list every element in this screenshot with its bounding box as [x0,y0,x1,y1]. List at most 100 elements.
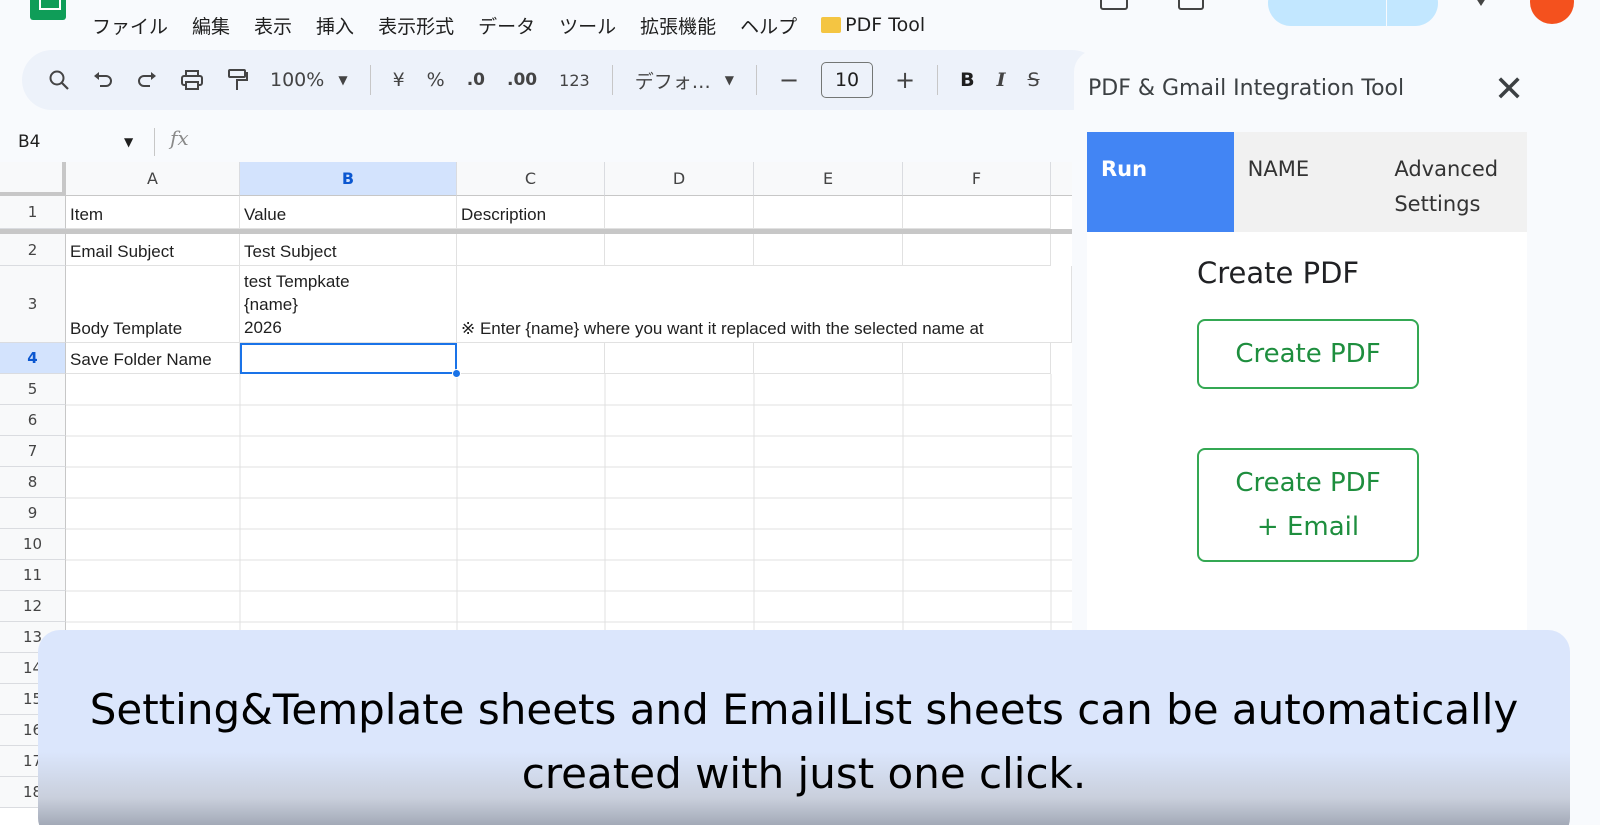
italic-button[interactable]: I [997,60,1006,100]
column-header-g[interactable] [1051,162,1072,196]
cell-f4[interactable] [903,343,1051,374]
menu-view[interactable]: 表示 [254,12,292,39]
column-header-f[interactable]: F [903,162,1051,196]
sidebar-tabs: Run NAME Advanced Settings [1087,132,1527,232]
menu-file[interactable]: ファイル [92,12,168,39]
cell-d2[interactable] [605,234,754,266]
number-format-button[interactable]: 123 [559,60,590,100]
print-icon[interactable] [180,60,204,100]
row-header-1[interactable]: 1 [0,196,66,229]
active-cell-selection[interactable] [240,343,457,374]
fill-handle[interactable] [452,369,461,378]
name-box-value: B4 [18,132,41,152]
close-icon[interactable]: ✕ [1494,70,1524,110]
cell-d1[interactable] [605,196,754,229]
cell-b1[interactable]: Value [240,196,457,229]
row-header-6[interactable]: 6 [0,405,66,436]
menu-help[interactable]: ヘルプ [740,12,797,39]
column-header-c[interactable]: C [457,162,605,196]
menu-pdf-tool[interactable]: PDF Tool [821,14,925,36]
font-size-increase-icon[interactable]: + [895,60,915,100]
row-header-3[interactable]: 3 [0,266,66,343]
menu-format[interactable]: 表示形式 [378,12,454,39]
select-all-corner[interactable] [0,162,66,196]
toolbar-divider [755,65,757,95]
row-header-8[interactable]: 8 [0,467,66,498]
row-header-2[interactable]: 2 [0,234,66,266]
tab-name[interactable]: NAME [1234,132,1381,232]
menu-tools[interactable]: ツール [559,12,616,39]
create-pdf-label: Create PDF [1235,339,1381,369]
toolbar-divider [937,65,939,95]
cell-c3[interactable]: ※ Enter {name} where you want it replace… [457,266,1072,343]
row-header-4[interactable]: 4 [0,343,66,374]
menu-edit[interactable]: 編集 [192,12,230,39]
create-pdf-email-label: Create PDF [1235,468,1381,498]
cell-b3-line: {name} [244,295,298,314]
sheets-logo[interactable] [30,0,66,20]
row-header-12[interactable]: 12 [0,591,66,622]
menu-insert[interactable]: 挿入 [316,12,354,39]
cell-c2[interactable] [457,234,605,266]
cell-e4[interactable] [754,343,903,374]
spreadsheet-window: ファイル 編集 表示 挿入 表示形式 データ ツール 拡張機能 ヘルプ PDF … [0,0,1600,825]
cell-b2[interactable]: Test Subject [240,234,457,266]
tab-advanced-settings[interactable]: Advanced Settings [1380,132,1527,232]
bold-button[interactable]: B [960,60,974,100]
row-header-11[interactable]: 11 [0,560,66,591]
column-header-a[interactable]: A [66,162,240,196]
zoom-select[interactable]: 100% ▼ [270,60,348,100]
column-header-d[interactable]: D [605,162,754,196]
paint-format-icon[interactable] [226,60,248,100]
undo-icon[interactable] [92,60,114,100]
cell-f1[interactable] [903,196,1051,229]
strikethrough-icon[interactable]: S [1028,60,1040,100]
percent-button[interactable]: % [427,60,445,100]
cell-c4[interactable] [457,343,605,374]
share-button[interactable] [1268,0,1438,26]
tab-run[interactable]: Run [1087,132,1234,232]
redo-icon[interactable] [136,60,158,100]
cell-a2[interactable]: Email Subject [66,234,240,266]
create-pdf-email-button[interactable]: Create PDF + Email [1197,448,1419,562]
cell-a1[interactable]: Item [66,196,240,229]
cell-b3[interactable]: test Tempkate {name} 2026 [240,266,457,343]
meet-icon[interactable] [1178,0,1204,10]
avatar[interactable] [1530,0,1574,24]
name-box[interactable]: B4 ▼ [18,128,138,156]
zoom-value: 100% [270,69,325,91]
column-header-b[interactable]: B [240,162,457,196]
font-size-input[interactable]: 10 [821,60,874,100]
row-header-9[interactable]: 9 [0,498,66,529]
formula-divider [154,128,155,156]
cell-e2[interactable] [754,234,903,266]
column-header-e[interactable]: E [754,162,903,196]
cell-d4[interactable] [605,343,754,374]
create-pdf-button[interactable]: Create PDF [1197,319,1419,389]
currency-button[interactable]: ¥ [393,60,405,100]
cell-a3[interactable]: Body Template [66,266,240,343]
search-icon[interactable] [48,60,70,100]
cell-b3-line: test Tempkate [244,272,350,291]
font-size-value[interactable]: 10 [821,62,874,98]
font-size-decrease-icon[interactable]: − [779,60,799,100]
font-select[interactable]: デフォ… ▼ [635,60,734,100]
menu-extensions[interactable]: 拡張機能 [640,12,716,39]
font-value: デフォ… [634,70,711,93]
cell-c1[interactable]: Description [457,196,605,229]
chevron-down-icon: ▼ [124,135,134,149]
cell-a4[interactable]: Save Folder Name [66,343,240,374]
row-header-10[interactable]: 10 [0,529,66,560]
video-caption: Setting&Template sheets and EmailList sh… [38,630,1570,825]
comment-icon[interactable] [1100,0,1128,10]
folder-icon [821,17,842,33]
row-header-7[interactable]: 7 [0,436,66,467]
gemini-icon[interactable] [1472,0,1490,6]
menu-bar: ファイル 編集 表示 挿入 表示形式 データ ツール 拡張機能 ヘルプ PDF … [80,10,937,40]
increase-decimal-button[interactable]: .00 [507,60,537,100]
menu-data[interactable]: データ [478,12,535,39]
row-header-5[interactable]: 5 [0,374,66,405]
decrease-decimal-button[interactable]: .0 [467,60,485,100]
cell-e1[interactable] [754,196,903,229]
cell-f2[interactable] [903,234,1051,266]
